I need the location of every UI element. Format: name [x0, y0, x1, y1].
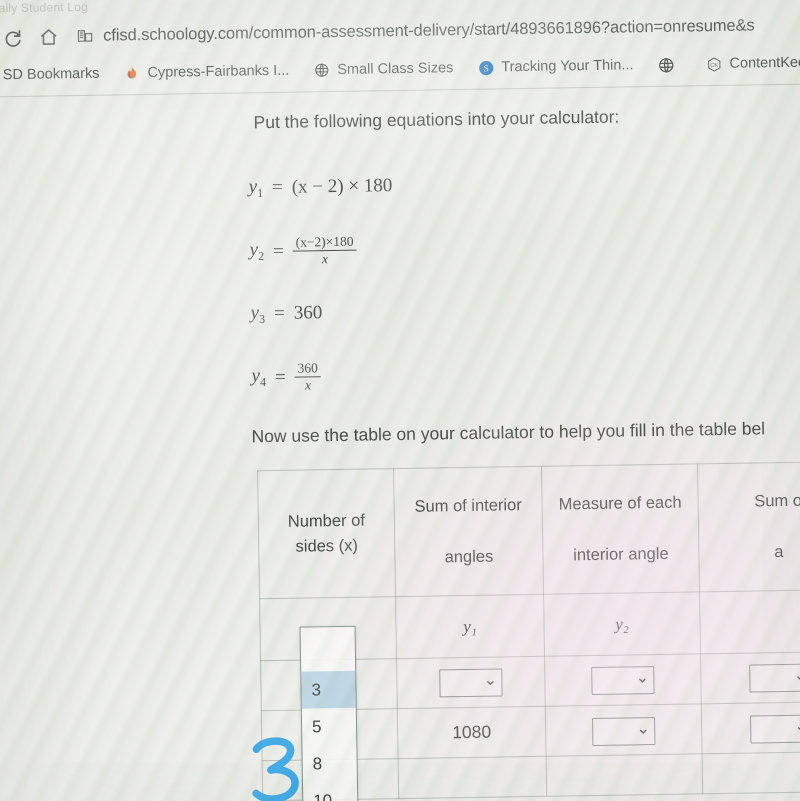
- svg-text:CK: CK: [710, 62, 718, 68]
- cell-sum-interior-row2: 1080: [397, 706, 547, 759]
- column-header-sum-of-interior-angles: Sum of interior angles: [393, 466, 544, 597]
- globe-icon: [313, 62, 330, 79]
- header-line-2: sides (x): [295, 536, 359, 556]
- equals-sign: =: [271, 177, 283, 199]
- fraction-numerator: 360: [297, 360, 318, 376]
- bookmark-cypress-fairbanks[interactable]: Cypress-Fairbanks I...: [111, 62, 301, 82]
- url-text[interactable]: cfisd.schoology.com/common-assessment-de…: [103, 16, 755, 45]
- table-instructions: Now use the table on your calculator to …: [251, 418, 766, 447]
- header-line-2: interior angle: [573, 544, 669, 564]
- answer-select-measure-interior-row1[interactable]: [591, 665, 655, 695]
- bookmark-globe-unlabeled[interactable]: [645, 56, 693, 74]
- dropdown-option-10[interactable]: 10: [303, 782, 358, 801]
- home-icon: [38, 26, 59, 47]
- header-line-1: Number of: [287, 511, 366, 531]
- variable-cell-y1: y₁: [395, 594, 545, 659]
- cell-measure-interior-row3[interactable]: [546, 753, 703, 797]
- equation-subscript: 4: [260, 375, 267, 390]
- answer-select-sum-interior-row1[interactable]: [439, 667, 503, 697]
- bookmark-label: Small Class Sizes: [337, 60, 454, 78]
- bookmark-contentkeeper[interactable]: CK ContentKeeper Au: [693, 53, 800, 73]
- chevron-down-icon: [797, 726, 800, 731]
- question-intro: Put the following equations into your ca…: [253, 106, 620, 133]
- fraction-denominator: x: [292, 249, 357, 268]
- flame-icon: [123, 65, 140, 82]
- chevron-down-icon: [638, 677, 646, 683]
- equation-rhs: 360: [293, 302, 323, 325]
- equation-subscript: 3: [259, 311, 266, 327]
- column-header-number-of-sides: Number of sides (x): [257, 468, 396, 599]
- equation-label: y1: [248, 176, 264, 201]
- bookmark-label: SD Bookmarks: [2, 65, 100, 84]
- variable-cell-blank: [699, 589, 800, 654]
- schoology-icon: S: [477, 59, 494, 76]
- browser-window: Daily Student Log cfisd.schoology.com/co…: [0, 0, 800, 801]
- equation-y2: y2 = (x−2)×180 x: [249, 233, 357, 268]
- dropdown-option-3[interactable]: 3: [301, 670, 356, 709]
- chevron-down-icon: [796, 675, 800, 680]
- fraction-denominator: x: [294, 376, 322, 394]
- answer-select-sum-exterior-row1[interactable]: [749, 663, 800, 693]
- column-header-measure-of-each-interior-angle: Measure of each interior angle: [541, 463, 700, 595]
- equals-sign: =: [273, 303, 285, 325]
- address-bar[interactable]: cfisd.schoology.com/common-assessment-de…: [76, 10, 796, 51]
- globe-icon: [657, 56, 674, 73]
- bookmark-tracking-your-thin[interactable]: S Tracking Your Thin...: [465, 57, 645, 77]
- chevron-down-icon: [639, 728, 647, 734]
- equals-sign: =: [272, 240, 284, 262]
- header-line-1: Sum o: [754, 491, 800, 511]
- reload-icon: [2, 26, 23, 47]
- header-line-1: Sum of interior: [414, 496, 522, 516]
- dropdown-option-empty[interactable]: [301, 627, 356, 672]
- tab-title[interactable]: Daily Student Log: [0, 0, 88, 15]
- bookmark-label: Cypress-Fairbanks I...: [147, 62, 290, 81]
- equals-sign: =: [274, 366, 286, 388]
- equation-y3: y3 = 360: [250, 301, 322, 327]
- dropdown-option-8[interactable]: 8: [302, 745, 357, 783]
- equation-label: y3: [250, 302, 266, 327]
- svg-text:S: S: [483, 63, 488, 73]
- table-header-row: Number of sides (x) Sum of interior angl…: [257, 461, 800, 599]
- cell-measure-interior-row2[interactable]: [545, 703, 703, 757]
- equation-y1: y1 = (x − 2) × 180: [248, 174, 392, 201]
- fraction-numerator: (x−2)×180: [295, 233, 354, 250]
- equation-label: y2: [249, 239, 265, 264]
- cell-sum-exterior-row3[interactable]: [702, 751, 800, 794]
- assessment-page: Put the following equations into your ca…: [0, 86, 800, 801]
- cell-sum-interior-row3[interactable]: [398, 756, 547, 799]
- equation-subscript: 1: [257, 185, 264, 201]
- cell-measure-interior-row1[interactable]: [544, 653, 702, 707]
- number-of-sides-dropdown-list[interactable]: 3 5 8 10: [299, 625, 359, 801]
- column-header-sum-of-exterior-angles: Sum o a: [697, 461, 800, 592]
- dropdown-option-5[interactable]: 5: [302, 708, 357, 746]
- cell-sum-exterior-row1[interactable]: [700, 651, 800, 704]
- bookmark-sd-bookmarks[interactable]: SD Bookmarks: [0, 65, 112, 84]
- equation-subscript: 2: [258, 249, 265, 264]
- header-line-2: a: [774, 542, 784, 561]
- home-button[interactable]: [30, 21, 66, 52]
- cell-sum-interior-row1[interactable]: [396, 656, 546, 709]
- equation-label: y4: [251, 365, 267, 390]
- reload-button[interactable]: [0, 22, 30, 53]
- equation-y4: y4 = 360 x: [251, 360, 322, 394]
- equation-fraction: 360 x: [294, 360, 322, 394]
- browser-chrome: Daily Student Log cfisd.schoology.com/co…: [0, 0, 800, 91]
- bookmark-small-class-sizes[interactable]: Small Class Sizes: [301, 59, 465, 79]
- bookmark-label: Tracking Your Thin...: [501, 57, 634, 76]
- site-info-icon[interactable]: [76, 27, 94, 45]
- cell-sum-exterior-row2[interactable]: [701, 701, 800, 754]
- variable-cell-y2: y₂: [543, 591, 701, 657]
- bookmark-label: ContentKeeper Au: [729, 54, 800, 72]
- contentkeeper-icon: CK: [705, 55, 722, 72]
- header-line-2: angles: [444, 547, 494, 566]
- header-line-1: Measure of each: [558, 493, 682, 514]
- photographed-screen: Daily Student Log cfisd.schoology.com/co…: [0, 0, 800, 801]
- equation-fraction: (x−2)×180 x: [292, 233, 357, 268]
- answer-select-sum-exterior-row2[interactable]: [749, 714, 800, 744]
- answer-select-measure-interior-row2[interactable]: [591, 716, 656, 746]
- chevron-down-icon: [486, 680, 494, 685]
- equation-rhs: (x − 2) × 180: [291, 175, 393, 199]
